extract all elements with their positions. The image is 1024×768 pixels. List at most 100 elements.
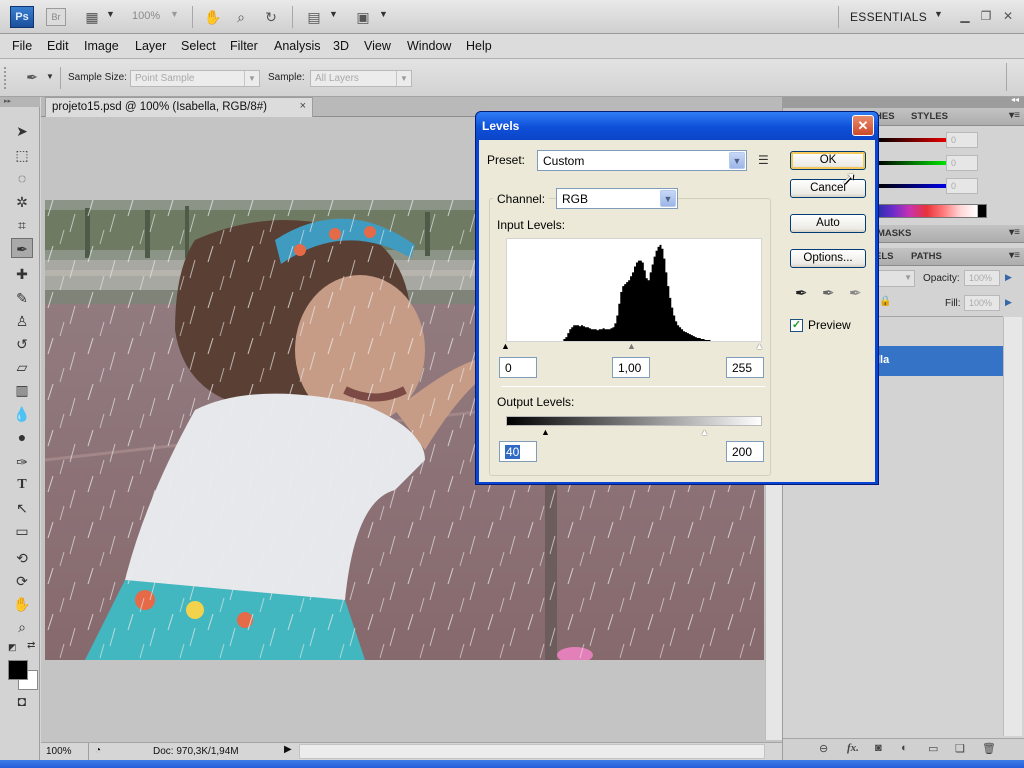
bridge-button[interactable]: Br xyxy=(46,8,66,26)
menu-filter[interactable]: Filter xyxy=(230,39,258,53)
sample-size-select[interactable]: Point Sample ▼ xyxy=(130,70,260,87)
menu-3d[interactable]: 3D xyxy=(333,39,349,53)
red-slider[interactable] xyxy=(878,138,954,142)
dialog-titlebar[interactable]: Levels ✕ xyxy=(476,112,878,140)
white-point-eyedropper-icon[interactable]: ✒ xyxy=(849,284,862,302)
path-selection-tool-icon[interactable]: ↖ xyxy=(11,498,33,518)
zoom-tool-icon[interactable]: ⌕ xyxy=(11,617,33,637)
view-extras-icon[interactable]: ▦ xyxy=(82,8,102,26)
input-white-slider[interactable]: ▲ xyxy=(755,341,764,351)
panel-menu-icon[interactable]: ▾≡ xyxy=(1009,110,1020,121)
default-colors-icon[interactable]: ◩ xyxy=(8,642,17,653)
menu-image[interactable]: Image xyxy=(84,39,119,53)
add-mask-icon[interactable]: ◙ xyxy=(875,742,882,754)
3d-orbit-tool-icon[interactable]: ⟳ xyxy=(11,571,33,591)
input-white-field[interactable]: 255 xyxy=(726,357,764,378)
menu-analysis[interactable]: Analysis xyxy=(274,39,321,53)
chevron-down-icon[interactable]: ▼ xyxy=(170,9,179,19)
auto-button[interactable]: Auto xyxy=(790,214,866,233)
history-brush-tool-icon[interactable]: ↺ xyxy=(11,334,33,354)
fx-icon[interactable]: fx. xyxy=(847,742,859,754)
workspace-switcher[interactable]: ESSENTIALS xyxy=(850,10,927,24)
magic-wand-tool-icon[interactable]: ✲ xyxy=(11,192,33,212)
menu-file[interactable]: File xyxy=(12,39,32,53)
menu-layer[interactable]: Layer xyxy=(135,39,166,53)
preview-checkbox[interactable]: ✓ xyxy=(790,319,803,332)
minimize-icon[interactable]: ▁ xyxy=(958,9,972,23)
output-black-slider[interactable]: ▲ xyxy=(541,427,550,437)
horizontal-scrollbar[interactable] xyxy=(299,744,765,759)
document-info-icon[interactable]: ◔ xyxy=(95,745,101,756)
healing-brush-tool-icon[interactable]: ✚ xyxy=(11,264,33,284)
panel-menu-icon[interactable]: ▾≡ xyxy=(1009,250,1020,261)
type-tool-icon[interactable]: T xyxy=(11,475,33,495)
options-button[interactable]: Options... xyxy=(790,249,866,268)
opacity-value[interactable]: 100% xyxy=(964,270,1000,286)
output-white-slider[interactable]: ▲ xyxy=(700,427,709,437)
menu-edit[interactable]: Edit xyxy=(47,39,69,53)
output-white-field[interactable]: 200 xyxy=(726,441,764,462)
tab-styles[interactable]: STYLES xyxy=(911,111,948,122)
menu-window[interactable]: Window xyxy=(407,39,451,53)
panel-menu-icon[interactable]: ▾≡ xyxy=(1009,227,1020,238)
input-black-slider[interactable]: ▲ xyxy=(501,341,510,351)
new-layer-icon[interactable]: ❏ xyxy=(955,742,965,755)
chevron-down-icon[interactable]: ▼ xyxy=(934,9,943,19)
hand-tool-icon[interactable]: ✋ xyxy=(203,8,223,26)
collapse-panels-icon[interactable]: ◂◂ xyxy=(1011,95,1019,104)
color-spectrum[interactable] xyxy=(875,204,987,218)
options-grip[interactable] xyxy=(4,67,8,89)
brush-tool-icon[interactable]: ✎ xyxy=(11,288,33,308)
link-layers-icon[interactable]: ⊖ xyxy=(819,742,828,755)
close-icon[interactable]: ✕ xyxy=(852,115,874,136)
menu-help[interactable]: Help xyxy=(466,39,492,53)
toolbox-collapse-icon[interactable]: ▸▸ xyxy=(0,97,40,107)
status-zoom-field[interactable]: 100% xyxy=(41,743,89,760)
blue-value[interactable]: 0 xyxy=(946,178,978,194)
swap-colors-icon[interactable]: ⇄ xyxy=(27,640,35,651)
chevron-down-icon[interactable]: ▼ xyxy=(379,9,388,19)
screen-mode-icon[interactable]: ▣ xyxy=(353,8,373,26)
move-tool-icon[interactable]: ➤ xyxy=(11,121,33,141)
clone-stamp-tool-icon[interactable]: ♙ xyxy=(11,311,33,331)
gray-point-eyedropper-icon[interactable]: ✒ xyxy=(822,284,835,302)
chevron-down-icon[interactable]: ▼ xyxy=(329,9,338,19)
shape-tool-icon[interactable]: ▭ xyxy=(11,521,33,541)
new-group-icon[interactable]: ▭ xyxy=(928,742,938,755)
input-gamma-field[interactable]: 1,00 xyxy=(612,357,650,378)
3d-rotate-tool-icon[interactable]: ⟲ xyxy=(11,548,33,568)
zoom-tool-icon[interactable]: ⌕ xyxy=(231,8,251,26)
green-value[interactable]: 0 xyxy=(946,155,978,171)
trash-icon[interactable]: 🗑 xyxy=(982,742,996,755)
marquee-tool-icon[interactable]: ⬚ xyxy=(11,145,33,165)
tab-paths[interactable]: PATHS xyxy=(911,251,942,262)
opacity-slider-arrow-icon[interactable]: ▶ xyxy=(1005,272,1012,283)
tab-masks[interactable]: MASKS xyxy=(877,228,911,239)
chevron-down-icon[interactable]: ▼ xyxy=(46,72,54,81)
green-slider[interactable] xyxy=(878,161,954,165)
arrange-documents-icon[interactable]: ▤ xyxy=(304,8,324,26)
document-tab[interactable]: projeto15.psd @ 100% (Isabella, RGB/8#) … xyxy=(45,97,313,117)
blur-tool-icon[interactable]: 💧 xyxy=(11,404,33,424)
gradient-tool-icon[interactable]: ▥ xyxy=(11,380,33,400)
blue-slider[interactable] xyxy=(878,184,954,188)
close-icon[interactable]: ✕ xyxy=(1001,9,1015,23)
menu-view[interactable]: View xyxy=(364,39,391,53)
preset-options-icon[interactable]: ☰ xyxy=(758,153,769,167)
dodge-tool-icon[interactable]: ● xyxy=(11,427,33,447)
rotate-view-icon[interactable]: ↻ xyxy=(261,8,281,26)
pen-tool-icon[interactable]: ✑ xyxy=(11,452,33,472)
channel-select[interactable]: RGB ▼ xyxy=(556,188,678,209)
quick-mask-icon[interactable]: ◘ xyxy=(11,691,33,711)
crop-tool-icon[interactable]: ⌗ xyxy=(11,215,33,235)
status-menu-arrow-icon[interactable]: ▶ xyxy=(284,744,292,755)
layers-scrollbar[interactable] xyxy=(1003,317,1022,736)
adjustment-layer-icon[interactable]: ◐ xyxy=(901,742,908,754)
restore-icon[interactable]: ❐ xyxy=(979,9,993,23)
close-icon[interactable]: × xyxy=(300,100,306,112)
input-black-field[interactable]: 0 xyxy=(499,357,537,378)
black-point-eyedropper-icon[interactable]: ✒ xyxy=(795,284,808,302)
lock-icon[interactable]: 🔒 xyxy=(879,296,891,307)
preset-select[interactable]: Custom ▼ xyxy=(537,150,747,171)
input-gamma-slider[interactable]: ▲ xyxy=(627,341,636,351)
